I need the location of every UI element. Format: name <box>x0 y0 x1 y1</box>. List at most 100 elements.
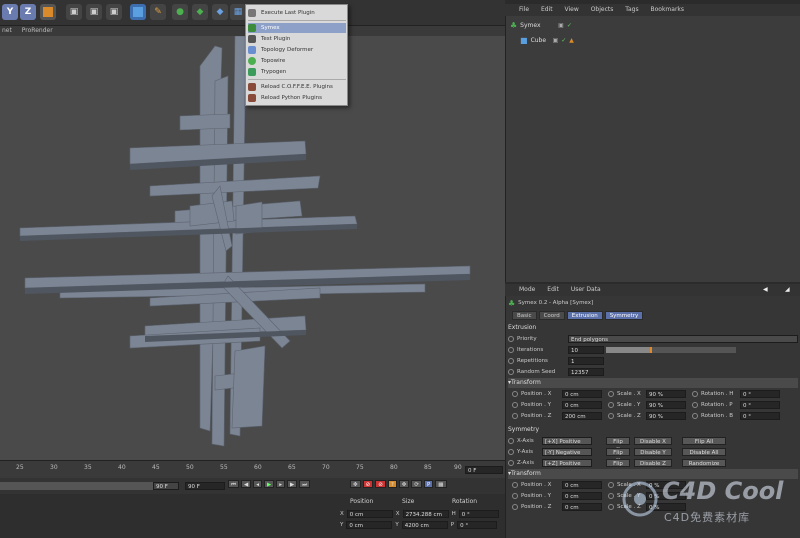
go-to-end-icon[interactable]: ⏭ <box>299 480 311 488</box>
animate-radio-icon[interactable] <box>692 402 698 408</box>
disable-z-button[interactable]: Disable Z <box>634 459 672 467</box>
animate-radio-icon[interactable] <box>512 504 518 510</box>
iterations-field[interactable]: 10 <box>568 346 604 354</box>
max-frame-field[interactable]: 90 F <box>185 482 225 490</box>
rotation-p-field[interactable]: 0 ° <box>457 521 498 529</box>
animate-radio-icon[interactable] <box>608 482 614 488</box>
y-axis-dropdown[interactable]: [-Y] Negative <box>542 448 592 456</box>
flip-y-button[interactable]: Flip Y <box>606 448 630 464</box>
current-frame-field[interactable]: 0 F <box>465 466 503 474</box>
layer-icon[interactable]: ▣ <box>553 37 559 44</box>
om-menu-view[interactable]: View <box>565 6 579 13</box>
keyframe-selection-icon[interactable]: ? <box>387 480 397 488</box>
menu-item-topology-deformer[interactable]: Topology Deformer <box>248 45 346 55</box>
flip-x-button[interactable]: Flip X <box>606 437 630 453</box>
animate-radio-icon[interactable] <box>512 391 518 397</box>
animate-radio-icon[interactable] <box>508 460 514 466</box>
range-end-field[interactable]: 90 F <box>153 482 179 490</box>
menu-item-trypogen[interactable]: Trypogen <box>248 67 346 77</box>
frame-range-slider[interactable] <box>0 482 175 490</box>
move-tool-icon[interactable]: ✥ <box>350 480 361 488</box>
animate-radio-icon[interactable] <box>512 493 518 499</box>
object-row-symex[interactable]: ♣ Symex ▣ ✓ <box>510 19 795 31</box>
om-menu-objects[interactable]: Objects <box>591 6 614 13</box>
scale-z-field[interactable]: 90 % <box>646 412 686 420</box>
animate-radio-icon[interactable] <box>508 336 514 342</box>
rotation-key-icon[interactable]: ⟳ <box>411 480 422 488</box>
om-menu-edit[interactable]: Edit <box>541 6 553 13</box>
go-to-start-icon[interactable]: ⏮ <box>228 480 239 488</box>
play-icon[interactable]: ▶ <box>263 480 275 488</box>
sym-position-z-field[interactable]: 0 cm <box>562 503 602 511</box>
scale-y-field[interactable]: 90 % <box>646 401 686 409</box>
tab-basic[interactable]: Basic <box>512 311 537 320</box>
position-x-field[interactable]: 0 cm <box>562 390 602 398</box>
z-axis-dropdown[interactable]: [+Z] Positive <box>542 459 592 467</box>
menu-item-execute-last-plugin[interactable]: Execute Last Plugin <box>248 8 346 18</box>
size-x-field[interactable]: 2734.288 cm <box>402 510 449 518</box>
position-y-field[interactable]: 0 cm <box>346 521 393 529</box>
forward-arrow-icon[interactable]: ◢ <box>785 284 790 296</box>
disable-x-button[interactable]: Disable X <box>634 437 672 445</box>
om-menu-file[interactable]: File <box>519 6 529 13</box>
animate-radio-icon[interactable] <box>608 504 614 510</box>
rotation-b-field[interactable]: 0 ° <box>740 412 780 420</box>
tab-coord[interactable]: Coord <box>538 311 565 320</box>
repetitions-field[interactable]: 1 <box>568 357 604 365</box>
layer-icon[interactable]: ▣ <box>558 22 564 29</box>
position-y-field[interactable]: 0 cm <box>562 401 602 409</box>
cloner-icon[interactable]: ◆ <box>192 4 208 20</box>
rotation-p-field[interactable]: 0 ° <box>740 401 780 409</box>
back-arrow-icon[interactable]: ◀ <box>763 284 768 296</box>
pen-tool-icon[interactable]: ✎ <box>150 4 166 20</box>
x-axis-dropdown[interactable]: [+X] Positive <box>542 437 592 445</box>
am-menu-user-data[interactable]: User Data <box>571 286 601 293</box>
priority-dropdown[interactable]: End polygons <box>568 335 798 343</box>
menu-item-reload-coffee[interactable]: Reload C.O.F.F.E.E. Plugins <box>248 82 346 92</box>
animate-radio-icon[interactable] <box>692 413 698 419</box>
flip-all-button[interactable]: Flip All <box>682 437 726 445</box>
flip-z-button[interactable]: Flip Z <box>606 459 630 475</box>
menu-item-reload-python[interactable]: Reload Python Plugins <box>248 93 346 103</box>
render-settings-icon[interactable]: ▣ <box>106 4 122 20</box>
menu-item-test-plugin[interactable]: Test Plugin <box>248 34 346 44</box>
param-key-icon[interactable]: P <box>423 480 434 488</box>
om-menu-bookmarks[interactable]: Bookmarks <box>651 6 685 13</box>
subdivision-surface-icon[interactable]: ● <box>172 4 188 20</box>
deformer-icon[interactable]: ◆ <box>212 4 228 20</box>
position-x-field[interactable]: 0 cm <box>346 510 393 518</box>
animate-radio-icon[interactable] <box>512 402 518 408</box>
disable-y-button[interactable]: Disable Y <box>634 448 672 456</box>
viewport-menu-item[interactable]: net <box>2 27 12 34</box>
animate-radio-icon[interactable] <box>608 391 614 397</box>
record-key-icon[interactable]: ⊘ <box>362 480 374 488</box>
cube-primitive-icon[interactable] <box>130 4 146 20</box>
menu-item-topowire[interactable]: Topowire <box>248 56 346 66</box>
texture-tag-icon[interactable]: ▲ <box>569 37 574 44</box>
next-frame-icon[interactable]: ▸ <box>276 480 285 488</box>
animate-radio-icon[interactable] <box>508 449 514 455</box>
scale-x-field[interactable]: 90 % <box>646 390 686 398</box>
position-z-field[interactable]: 200 cm <box>562 412 602 420</box>
render-view-icon[interactable]: ▣ <box>66 4 82 20</box>
menu-item-symex[interactable]: Symex <box>248 23 346 33</box>
rotation-h-field[interactable]: 0 ° <box>740 390 780 398</box>
transform-section-title[interactable]: ▾Transform <box>508 378 798 388</box>
animate-radio-icon[interactable] <box>608 413 614 419</box>
point-level-icon[interactable]: ▦ <box>435 480 447 488</box>
object-row-cube[interactable]: ■ Cube ▣ ✓ ▲ <box>520 34 800 46</box>
floor-icon[interactable]: ▦ <box>230 4 246 20</box>
animate-radio-icon[interactable] <box>692 391 698 397</box>
y-axis-lock-button[interactable]: Y <box>2 4 18 20</box>
sym-position-x-field[interactable]: 0 cm <box>562 481 602 489</box>
animate-radio-icon[interactable] <box>508 347 514 353</box>
size-y-field[interactable]: 4200 cm <box>401 521 448 529</box>
animate-radio-icon[interactable] <box>508 358 514 364</box>
animate-radio-icon[interactable] <box>508 438 514 444</box>
z-axis-lock-button[interactable]: Z <box>20 4 36 20</box>
coordinate-system-icon[interactable] <box>40 4 56 20</box>
am-menu-mode[interactable]: Mode <box>519 286 535 293</box>
random-seed-field[interactable]: 12357 <box>568 368 604 376</box>
viewport-menu-item[interactable]: ProRender <box>22 27 53 34</box>
animate-radio-icon[interactable] <box>512 482 518 488</box>
